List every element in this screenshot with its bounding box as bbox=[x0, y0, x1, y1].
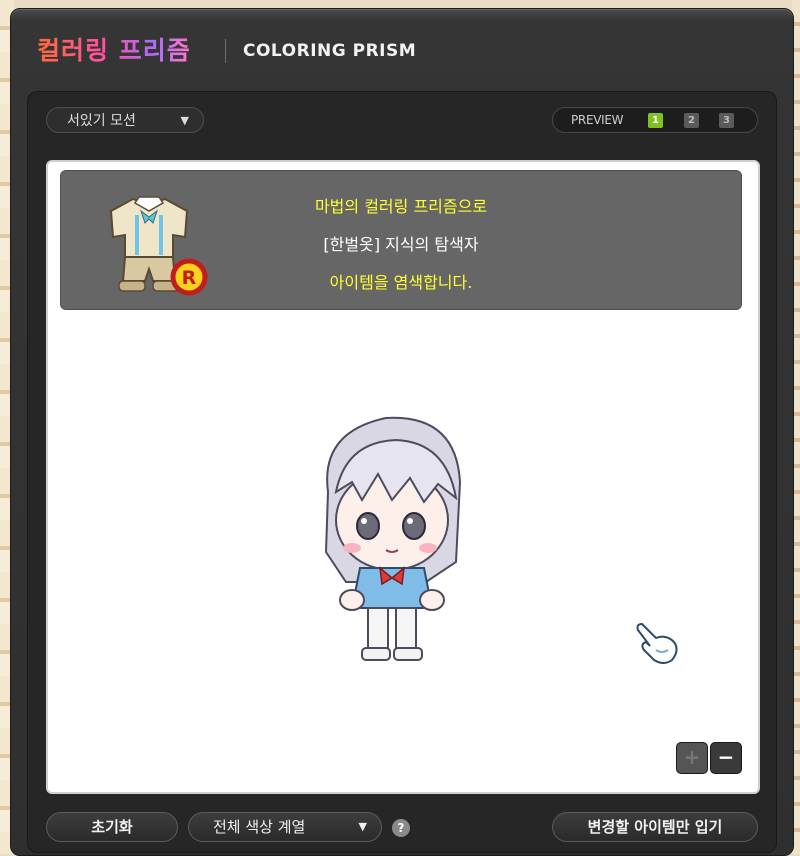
title-english: COLORING PRISM bbox=[243, 41, 417, 61]
banner-line-3: 아이템을 염색합니다. bbox=[329, 273, 473, 292]
banner-line-2: [한벌옷] 지식의 탐색자 bbox=[323, 235, 479, 254]
chevron-down-icon: ▼ bbox=[358, 820, 367, 833]
content-panel: 서있기 모션 ▼ PREVIEW 1 2 3 R 마법의 컬러링 프리즘으로 [… bbox=[27, 91, 777, 853]
zoom-in-button[interactable]: + bbox=[676, 742, 708, 774]
title-divider bbox=[225, 39, 226, 63]
glove-pointer-icon bbox=[636, 622, 678, 664]
preview-button-3[interactable]: 3 bbox=[719, 113, 734, 128]
color-family-select[interactable]: 전체 색상 계열 ▼ bbox=[188, 812, 382, 842]
motion-select[interactable]: 서있기 모션 ▼ bbox=[46, 107, 204, 133]
chevron-down-icon: ▼ bbox=[180, 114, 189, 127]
reset-button[interactable]: 초기화 bbox=[46, 812, 178, 842]
preview-canvas[interactable]: R 마법의 컬러링 프리즘으로 [한벌옷] 지식의 탐색자 아이템을 염색합니다… bbox=[46, 160, 760, 794]
bottom-toolbar: 초기화 전체 색상 계열 ▼ ? 변경할 아이템만 입기 bbox=[28, 802, 776, 850]
color-family-value: 전체 색상 계열 bbox=[213, 818, 306, 836]
help-icon[interactable]: ? bbox=[392, 819, 410, 837]
character-preview bbox=[324, 416, 462, 661]
preview-button-1[interactable]: 1 bbox=[648, 113, 663, 128]
preview-label: PREVIEW bbox=[571, 113, 624, 127]
top-toolbar: 서있기 모션 ▼ PREVIEW 1 2 3 bbox=[28, 92, 776, 144]
title-korean: 컬러링 프리즘 bbox=[37, 31, 191, 67]
banner-line-1: 마법의 컬러링 프리즘으로 bbox=[314, 197, 488, 216]
info-banner: R 마법의 컬러링 프리즘으로 [한벌옷] 지식의 탐색자 아이템을 염색합니다… bbox=[60, 170, 742, 310]
title-bar[interactable]: 컬러링 프리즘 COLORING PRISM bbox=[11, 9, 793, 87]
coloring-prism-window: 컬러링 프리즘 COLORING PRISM 서있기 모션 ▼ PREVIEW … bbox=[10, 8, 794, 856]
zoom-out-button[interactable]: − bbox=[710, 742, 742, 774]
preview-selector: PREVIEW 1 2 3 bbox=[552, 107, 758, 133]
motion-select-value: 서있기 모션 bbox=[67, 113, 136, 129]
wear-changed-item-button[interactable]: 변경할 아이템만 입기 bbox=[552, 812, 758, 842]
preview-button-2[interactable]: 2 bbox=[684, 113, 699, 128]
